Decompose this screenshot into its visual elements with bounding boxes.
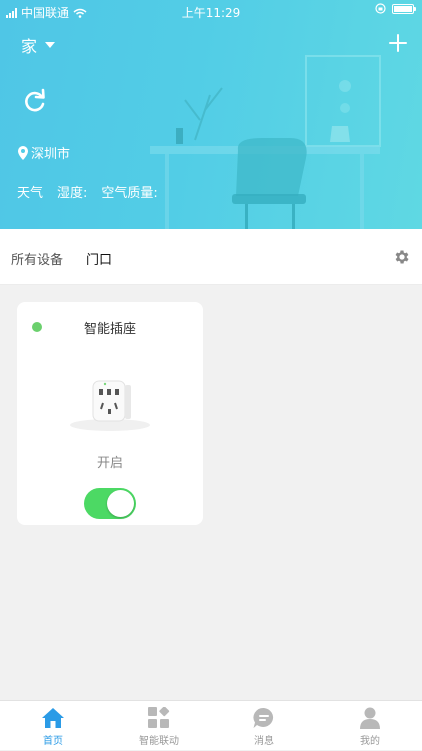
refresh-icon[interactable]	[22, 88, 48, 114]
header-banner: 中国联通 上午11:29 家 深圳市 天气 湿度: 空气质量:	[0, 0, 422, 229]
power-toggle[interactable]	[84, 488, 136, 519]
home-name: 家	[21, 37, 38, 56]
room-filter-bar: 所有设备 门口	[0, 229, 422, 285]
tab-home-label: 首页	[43, 736, 63, 747]
person-icon	[360, 707, 380, 729]
add-device-button[interactable]	[388, 33, 408, 53]
device-state: 开启	[96, 456, 123, 471]
air-quality-label: 空气质量:	[101, 186, 158, 201]
battery-icon	[392, 3, 416, 14]
tab-room-entrance[interactable]: 门口	[86, 249, 112, 268]
tab-messages-label: 消息	[254, 736, 274, 747]
weather-info: 天气 湿度: 空气质量:	[17, 182, 158, 201]
status-time: 上午11:29	[181, 6, 241, 20]
toggle-knob	[107, 490, 134, 517]
tab-all-devices[interactable]: 所有设备	[11, 249, 63, 268]
home-icon	[42, 708, 64, 728]
orientation-lock-icon	[375, 3, 386, 14]
city-label: 深圳市	[31, 147, 71, 162]
location: 深圳市	[18, 143, 70, 162]
location-pin-icon	[18, 145, 28, 160]
message-icon	[253, 707, 274, 728]
home-selector[interactable]: 家	[21, 33, 56, 57]
tab-smart-linkage-label: 智能联动	[139, 736, 179, 747]
bottom-tab-bar: 首页 智能联动 消息 我的	[0, 700, 422, 750]
tab-smart-linkage[interactable]: 智能联动	[129, 707, 189, 751]
device-card[interactable]: 智能插座 开启	[17, 302, 203, 525]
grid-icon	[148, 707, 170, 728]
weather-label: 天气	[17, 186, 44, 201]
tab-profile[interactable]: 我的	[340, 707, 400, 751]
smart-plug-image	[70, 380, 150, 431]
status-bar: 中国联通 上午11:29	[0, 0, 422, 22]
tab-home[interactable]: 首页	[23, 707, 83, 751]
chevron-down-icon	[45, 42, 56, 48]
gear-icon[interactable]	[393, 248, 411, 266]
device-name: 智能插座	[83, 322, 136, 337]
humidity-label: 湿度:	[57, 186, 88, 201]
tab-messages[interactable]: 消息	[234, 707, 294, 751]
tab-profile-label: 我的	[360, 736, 380, 747]
